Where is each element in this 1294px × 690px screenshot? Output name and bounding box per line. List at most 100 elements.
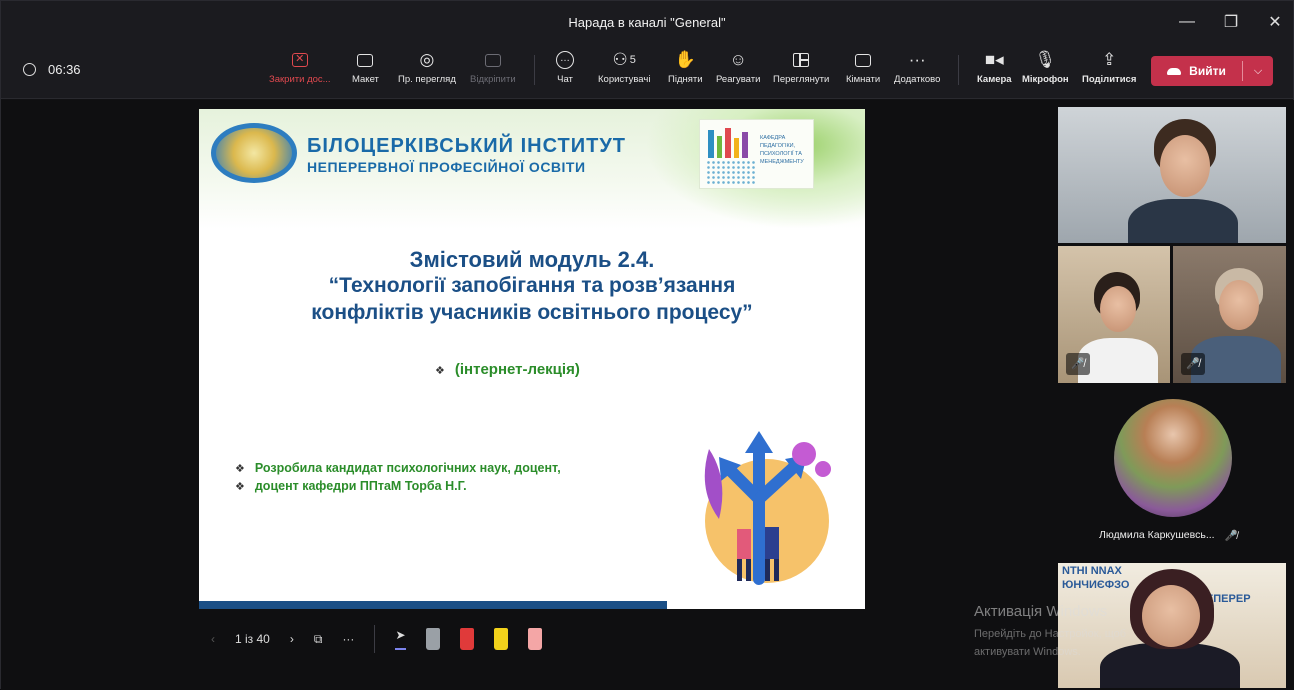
- next-slide-button[interactable]: ›: [290, 632, 294, 646]
- gear-icon: [815, 461, 831, 477]
- participant-avatar[interactable]: [1114, 399, 1232, 517]
- raise-hand-button[interactable]: ✋ Підняти: [668, 49, 703, 93]
- close-icon[interactable]: ✕: [1267, 12, 1283, 32]
- more-options-button[interactable]: ···: [342, 632, 354, 646]
- maximize-icon[interactable]: ❐: [1223, 12, 1239, 32]
- react-label: Реагувати: [716, 74, 761, 85]
- slide-sorter-icon[interactable]: ⧉: [314, 632, 323, 647]
- author-line1-text: Розробила кандидат психологічних наук, д…: [254, 461, 561, 475]
- more-button[interactable]: ··· Додатково: [894, 49, 940, 93]
- institute-name-line1: БІЛОЦЕРКІВСЬКИЙ ІНСТИТУТ: [307, 135, 626, 157]
- highlighter-icon[interactable]: [493, 628, 508, 650]
- chevron-down-icon[interactable]: ⌵: [1243, 65, 1273, 78]
- lecture-type-text: (інтернет-лекція): [454, 361, 580, 378]
- activation-watermark-line1: Перейдіть до Настройок, щоб: [974, 628, 1127, 640]
- chat-icon: …: [556, 51, 574, 69]
- prev-slide-button[interactable]: ‹: [211, 632, 215, 646]
- pen-red-icon[interactable]: [459, 628, 474, 650]
- muted-mic-icon: 🎤̸: [1066, 353, 1090, 375]
- department-logo: КАФЕДРА ПЕДАГОГІКИ, ПСИХОЛОГІЇ ТА МЕНЕДЖ…: [699, 119, 814, 189]
- minimize-icon[interactable]: —: [1179, 13, 1195, 31]
- layout-icon: [357, 53, 374, 67]
- camera-icon: ■◂: [984, 50, 1004, 69]
- people-button[interactable]: ⚇ 5 Користувачі: [598, 49, 650, 93]
- background-text: NTHI NNAX: [1062, 565, 1122, 577]
- leave-button[interactable]: Вийти ⌵: [1151, 56, 1273, 86]
- view-button[interactable]: Переглянути: [773, 49, 829, 93]
- stop-sharing-button[interactable]: ✕ Закрити дос...: [269, 49, 331, 93]
- muted-mic-icon: 🎤̸: [1224, 530, 1238, 542]
- meeting-toolbar: 06:36 ✕ Закрити дос... Макет ◎ Пр. перег…: [1, 43, 1293, 99]
- ellipsis-icon: ···: [908, 50, 926, 69]
- toolbar-divider: [958, 55, 959, 85]
- rooms-icon: [855, 53, 872, 67]
- participant-face: [1142, 585, 1200, 647]
- dept-logo-bars: [708, 128, 748, 158]
- pop-out-icon: [484, 53, 501, 67]
- eraser-icon[interactable]: [527, 628, 542, 650]
- module-title: Змістовий модуль 2.4.: [409, 247, 655, 272]
- people-icon: ⚇: [612, 50, 628, 69]
- window-title: Нарада в каналі "General": [568, 14, 726, 30]
- dept-logo-text: КАФЕДРА ПЕДАГОГІКИ, ПСИХОЛОГІЇ ТА МЕНЕДЖ…: [760, 135, 804, 165]
- people-label: Користувачі: [598, 74, 651, 85]
- slide-progress-bar: [199, 601, 667, 609]
- share-button[interactable]: ⇪ Поділитися: [1082, 49, 1136, 93]
- chat-button[interactable]: … Чат: [556, 49, 574, 93]
- share-label: Поділитися: [1082, 74, 1137, 85]
- presenter-view-label: Пр. перегляд: [398, 74, 456, 85]
- raise-hand-label: Підняти: [668, 74, 703, 85]
- smile-icon: ☺: [729, 50, 747, 69]
- layout-button[interactable]: Макет: [352, 49, 379, 93]
- phone-icon: [1167, 67, 1182, 75]
- react-button[interactable]: ☺ Реагувати: [716, 49, 760, 93]
- pop-out-button[interactable]: Відкріпити: [470, 49, 516, 93]
- mic-button[interactable]: 🎙 Мікрофон: [1022, 49, 1069, 93]
- module-subtitle-line2: конфліктів учасників освітнього процесу”: [311, 301, 753, 324]
- pop-out-label: Відкріпити: [470, 74, 516, 85]
- participant-body: [1128, 199, 1238, 243]
- muted-mic-icon: 🎤̸: [1181, 353, 1205, 375]
- leave-main[interactable]: Вийти: [1151, 64, 1242, 78]
- grid-icon: [793, 53, 810, 67]
- meeting-timer: 06:36: [23, 62, 81, 77]
- bullet-icon: ❖: [235, 481, 245, 493]
- rooms-label: Кімнати: [846, 74, 881, 85]
- rooms-button[interactable]: Кімнати: [846, 49, 880, 93]
- institute-name-line2: НЕПЕРЕРВНОЇ ПРОФЕСІЙНОЇ ОСВІТИ: [307, 159, 586, 175]
- close-square-icon: ✕: [291, 53, 308, 67]
- participant-video-2[interactable]: 🎤̸: [1058, 246, 1170, 383]
- gear-icon: [792, 442, 816, 466]
- laser-pointer-icon[interactable]: ➤: [395, 628, 406, 650]
- title-bar: Нарада в каналі "General" — ❐ ✕: [1, 1, 1293, 43]
- participant-name: Людмила Каркушевсь...: [1099, 529, 1215, 541]
- participant-video-1[interactable]: [1058, 107, 1286, 243]
- shield-icon: [23, 63, 36, 76]
- hand-icon: ✋: [674, 50, 696, 69]
- pen-gray-icon[interactable]: [425, 628, 440, 650]
- presenter-view-button[interactable]: ◎ Пр. перегляд: [398, 49, 456, 93]
- window-controls: — ❐ ✕: [1179, 1, 1283, 43]
- participant-video-3[interactable]: 🎤̸: [1173, 246, 1286, 383]
- person-icon: [737, 529, 751, 559]
- background-text: ЮНЧИЄФЗО: [1062, 579, 1130, 591]
- timer-text: 06:36: [48, 62, 81, 77]
- camera-button[interactable]: ■◂ Камера: [977, 49, 1012, 93]
- mic-label: Мікрофон: [1022, 74, 1069, 85]
- module-subtitle-line1: “Технології запобігання та розв’язання: [328, 274, 736, 297]
- eye-icon: ◎: [419, 50, 435, 69]
- slide-controls: ‹ 1 із 40 › ⧉ ··· ➤: [211, 619, 542, 659]
- participant-face: [1219, 280, 1259, 330]
- microphone-icon: 🎙: [1034, 50, 1057, 69]
- participant-body: [1100, 643, 1240, 688]
- bullet-icon: ❖: [235, 463, 245, 475]
- stop-sharing-label: Закрити дос...: [269, 74, 331, 85]
- shared-slide: БІЛОЦЕРКІВСЬКИЙ ІНСТИТУТ НЕПЕРЕРВНОЇ ПРО…: [199, 109, 865, 609]
- self-video[interactable]: NTHI NNAX ЮНЧИЄФЗО НЕПЕРЕР: [1058, 563, 1286, 688]
- people-count: 5: [629, 54, 636, 66]
- camera-label: Камера: [977, 74, 1012, 85]
- layout-label: Макет: [352, 74, 379, 85]
- share-icon: ⇪: [1102, 50, 1117, 69]
- page-indicator: 1 із 40: [235, 632, 270, 646]
- controls-divider: [374, 625, 376, 653]
